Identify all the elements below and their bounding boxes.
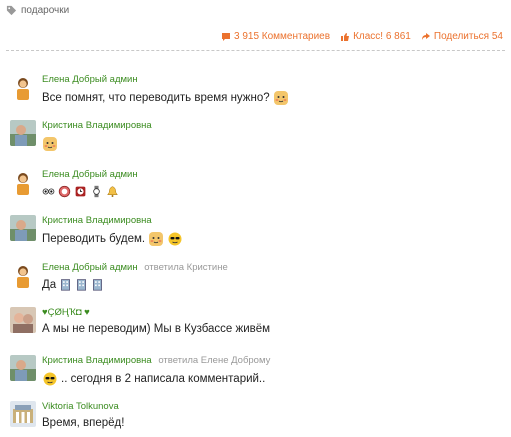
reply-to-label[interactable]: ответила Елене Доброму bbox=[158, 355, 270, 366]
avatar[interactable] bbox=[10, 74, 36, 100]
bell-icon bbox=[107, 186, 118, 197]
comment-item: Елена Добрый админ bbox=[0, 161, 511, 209]
cool-sun-icon bbox=[43, 372, 57, 386]
author-name[interactable]: ♥ÇØҢҠ◘ ♥ bbox=[42, 307, 90, 318]
author-name[interactable]: Кристина Владимировна bbox=[42, 355, 152, 366]
avatar[interactable] bbox=[10, 262, 36, 288]
tag-label: подарочки bbox=[21, 4, 70, 16]
comment-body: Время, вперёд! bbox=[42, 417, 125, 429]
shy-smiley-icon bbox=[149, 232, 164, 246]
share-arrow-icon bbox=[421, 32, 430, 40]
clock-face-icon bbox=[58, 185, 71, 198]
comment-body: Все помнят, что переводить время нужно? bbox=[42, 92, 270, 104]
author-name[interactable]: Елена Добрый админ bbox=[42, 74, 138, 85]
like-count-label: Класс! 6 861 bbox=[353, 31, 411, 42]
comment-item: Кристина Владимировна bbox=[0, 112, 511, 160]
tag-line[interactable]: подарочки bbox=[6, 3, 69, 17]
eyes-icon bbox=[42, 188, 55, 195]
building-icon bbox=[61, 279, 71, 291]
comment-body: А мы не переводим) Мы в Кузбассе живём bbox=[42, 323, 271, 335]
author-name[interactable]: Кристина Владимировна bbox=[42, 215, 152, 226]
comment-text: Переводить будем. bbox=[42, 231, 183, 247]
cool-sun-icon bbox=[168, 232, 182, 246]
author-name[interactable]: Кристина Владимировна bbox=[42, 120, 152, 131]
building-icon bbox=[77, 279, 87, 291]
share-count-label: Поделиться 54 bbox=[433, 31, 503, 42]
author-name[interactable]: Елена Добрый админ bbox=[42, 262, 138, 273]
comments-count-label: 3 915 Комментариев bbox=[233, 31, 331, 42]
reply-to-label[interactable]: ответила Кристине bbox=[144, 262, 228, 273]
comment-body: Да bbox=[42, 278, 57, 291]
share-button[interactable]: Поделиться 54 bbox=[421, 31, 503, 42]
comment-body: Переводить будем. bbox=[42, 233, 146, 245]
comment-text bbox=[42, 185, 119, 198]
comment-text bbox=[42, 136, 58, 152]
avatar[interactable] bbox=[10, 307, 36, 333]
thumbs-up-icon bbox=[341, 32, 350, 41]
comment-text: А мы не переводим) Мы в Кузбассе живём bbox=[42, 323, 270, 335]
comment-item: Елена Добрый админ ответила Кристине Да bbox=[0, 254, 511, 302]
comment-text: Время, вперёд! bbox=[42, 417, 124, 429]
avatar[interactable] bbox=[10, 169, 36, 195]
author-name[interactable]: Viktoria Tolkunova bbox=[42, 401, 119, 412]
comment-icon bbox=[221, 32, 230, 41]
comment-text: Да bbox=[42, 278, 104, 291]
shy-smiley-icon bbox=[273, 91, 288, 105]
comments-count-button[interactable]: 3 915 Комментариев bbox=[221, 31, 330, 42]
comment-body: .. сегодня в 2 написала комментарий.. bbox=[61, 373, 266, 385]
stats-bar: 3 915 Комментариев Класс! 6 861 Поделить… bbox=[221, 31, 503, 42]
comment-item: ♥ÇØҢҠ◘ ♥ А мы не переводим) Мы в Кузбасс… bbox=[0, 299, 511, 347]
tag-icon bbox=[6, 5, 17, 15]
building-icon bbox=[93, 279, 103, 291]
shy-smiley-icon bbox=[43, 137, 57, 151]
avatar[interactable] bbox=[10, 215, 36, 241]
watch-icon bbox=[93, 185, 100, 198]
comment-text: Все помнят, что переводить время нужно? bbox=[42, 90, 289, 106]
divider bbox=[6, 50, 505, 51]
avatar[interactable] bbox=[10, 401, 36, 427]
comment-item: Кристина Владимировна Переводить будем. bbox=[0, 207, 511, 255]
comment-item: Viktoria Tolkunova Время, вперёд! bbox=[0, 393, 511, 437]
author-name[interactable]: Елена Добрый админ bbox=[42, 169, 138, 180]
avatar[interactable] bbox=[10, 120, 36, 146]
avatar[interactable] bbox=[10, 355, 36, 381]
comment-item: Кристина Владимировна ответила Елене Доб… bbox=[0, 347, 511, 395]
comment-text: .. сегодня в 2 написала комментарий.. bbox=[42, 371, 265, 387]
alarm-clock-icon bbox=[75, 186, 86, 197]
like-button[interactable]: Класс! 6 861 bbox=[340, 31, 411, 42]
comment-item: Елена Добрый админ Все помнят, что перев… bbox=[0, 66, 511, 114]
